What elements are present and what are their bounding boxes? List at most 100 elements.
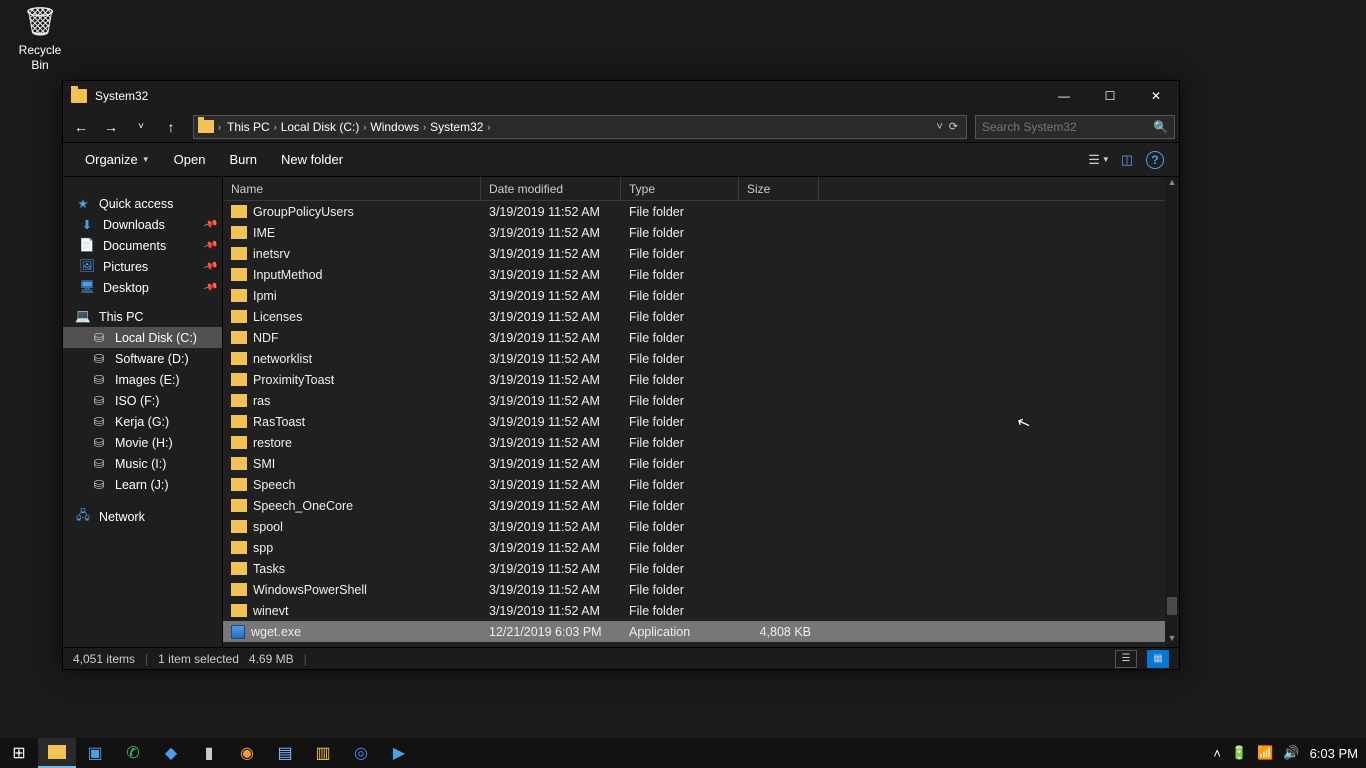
taskbar-app-1[interactable]: ▣ [76, 738, 114, 768]
open-button[interactable]: Open [162, 143, 218, 176]
preview-pane-button[interactable]: ◫ [1113, 146, 1141, 174]
taskbar-file-explorer[interactable] [38, 738, 76, 768]
titlebar[interactable]: System32 — ☐ ✕ [63, 81, 1179, 111]
start-button[interactable]: ⊞ [0, 738, 38, 768]
forward-button[interactable]: → [97, 113, 125, 141]
folder-icon [231, 415, 247, 428]
taskbar-notepad[interactable]: ▤ [266, 738, 304, 768]
file-row[interactable]: Tasks3/19/2019 11:52 AMFile folder [223, 558, 1179, 579]
view-button[interactable]: ☰▼ [1085, 146, 1113, 174]
taskbar-powershell[interactable]: ▶ [380, 738, 418, 768]
sidebar-drive-5[interactable]: ⛁Movie (H:) [63, 432, 222, 453]
sidebar-drive-2[interactable]: ⛁Images (E:) [63, 369, 222, 390]
sidebar-item-documents[interactable]: 📄Documents📌 [63, 235, 222, 256]
file-name: NDF [223, 331, 481, 345]
taskbar-whatsapp[interactable]: ✆ [114, 738, 152, 768]
taskbar-chrome[interactable]: ◎ [342, 738, 380, 768]
sidebar-drive-4[interactable]: ⛁Kerja (G:) [63, 411, 222, 432]
minimize-button[interactable]: — [1041, 81, 1087, 111]
desktop-recycle-bin[interactable]: 🗑 Recycle Bin [10, 5, 70, 72]
sidebar-drive-0[interactable]: ⛁Local Disk (C:) [63, 327, 222, 348]
sidebar-this-pc[interactable]: 💻This PC [63, 306, 222, 327]
file-row[interactable]: SMI3/19/2019 11:52 AMFile folder [223, 453, 1179, 474]
close-button[interactable]: ✕ [1133, 81, 1179, 111]
scrollbar-thumb[interactable] [1167, 597, 1177, 615]
icons-view-button[interactable]: ▦ [1147, 650, 1169, 668]
column-name[interactable]: Name [223, 177, 481, 200]
status-item-count: 4,051 items [73, 652, 135, 666]
burn-button[interactable]: Burn [217, 143, 268, 176]
tray-chevron-up-icon[interactable]: ˄ [1213, 746, 1221, 761]
file-row[interactable]: wget.exe12/21/2019 6:03 PMApplication4,8… [223, 621, 1179, 642]
file-row[interactable]: WindowsPowerShell3/19/2019 11:52 AMFile … [223, 579, 1179, 600]
maximize-button[interactable]: ☐ [1087, 81, 1133, 111]
file-date: 3/19/2019 11:52 AM [481, 352, 621, 366]
sidebar-network[interactable]: 🖧Network [63, 503, 222, 530]
file-date: 3/19/2019 11:52 AM [481, 520, 621, 534]
taskbar-app-3[interactable]: ◉ [228, 738, 266, 768]
sidebar-drive-1[interactable]: ⛁Software (D:) [63, 348, 222, 369]
file-row[interactable]: ras3/19/2019 11:52 AMFile folder [223, 390, 1179, 411]
file-date: 3/19/2019 11:52 AM [481, 373, 621, 387]
sidebar-drive-7[interactable]: ⛁Learn (J:) [63, 474, 222, 495]
file-row[interactable]: GroupPolicyUsers3/19/2019 11:52 AMFile f… [223, 201, 1179, 222]
sidebar-item-pictures[interactable]: 🖼Pictures📌 [63, 256, 222, 277]
breadcrumb-local-disk-c-[interactable]: Local Disk (C:)› [279, 120, 369, 134]
pc-icon: 💻 [75, 309, 91, 324]
file-type: File folder [621, 583, 739, 597]
desktop-icon: 🖥 [79, 280, 95, 295]
column-type[interactable]: Type [621, 177, 739, 200]
search-icon[interactable]: 🔍 [1153, 120, 1168, 134]
file-row[interactable]: InputMethod3/19/2019 11:52 AMFile folder [223, 264, 1179, 285]
vertical-scrollbar[interactable]: ▲ ▼ [1165, 177, 1179, 647]
search-box[interactable]: 🔍 [975, 115, 1175, 139]
details-view-button[interactable]: ☰ [1115, 650, 1137, 668]
scroll-up-arrow[interactable]: ▲ [1165, 177, 1179, 191]
sidebar-drive-6[interactable]: ⛁Music (I:) [63, 453, 222, 474]
breadcrumb-windows[interactable]: Windows› [368, 120, 428, 134]
folder-icon [231, 520, 247, 533]
file-row[interactable]: NDF3/19/2019 11:52 AMFile folder [223, 327, 1179, 348]
file-row[interactable]: Speech_OneCore3/19/2019 11:52 AMFile fol… [223, 495, 1179, 516]
refresh-button[interactable]: ⟳ [949, 120, 958, 133]
file-row[interactable]: spool3/19/2019 11:52 AMFile folder [223, 516, 1179, 537]
help-button[interactable]: ? [1141, 146, 1169, 174]
breadcrumb-system32[interactable]: System32› [428, 120, 492, 134]
column-date[interactable]: Date modified [481, 177, 621, 200]
file-row[interactable]: Ipmi3/19/2019 11:52 AMFile folder [223, 285, 1179, 306]
file-row[interactable]: IME3/19/2019 11:52 AMFile folder [223, 222, 1179, 243]
sidebar-item-desktop[interactable]: 🖥Desktop📌 [63, 277, 222, 298]
file-row[interactable]: networklist3/19/2019 11:52 AMFile folder [223, 348, 1179, 369]
file-row[interactable]: restore3/19/2019 11:52 AMFile folder [223, 432, 1179, 453]
up-button[interactable]: ↑ [157, 113, 185, 141]
file-row[interactable]: winevt3/19/2019 11:52 AMFile folder [223, 600, 1179, 621]
taskbar-app-4[interactable]: ▥ [304, 738, 342, 768]
taskbar-app-2[interactable]: ◆ [152, 738, 190, 768]
sidebar-drive-3[interactable]: ⛁ISO (F:) [63, 390, 222, 411]
organize-button[interactable]: Organize▼ [73, 143, 162, 176]
file-row[interactable]: Licenses3/19/2019 11:52 AMFile folder [223, 306, 1179, 327]
file-row[interactable]: ProximityToast3/19/2019 11:52 AMFile fol… [223, 369, 1179, 390]
file-date: 3/19/2019 11:52 AM [481, 247, 621, 261]
search-input[interactable] [982, 120, 1153, 134]
new-folder-button[interactable]: New folder [269, 143, 355, 176]
file-row[interactable]: RasToast3/19/2019 11:52 AMFile folder [223, 411, 1179, 432]
folder-icon [198, 120, 214, 133]
history-dropdown[interactable]: ˅ [127, 113, 155, 141]
address-dropdown-icon[interactable]: ˅ [936, 121, 942, 133]
address-bar[interactable]: › This PC›Local Disk (C:)›Windows›System… [193, 115, 967, 139]
column-size[interactable]: Size [739, 177, 819, 200]
back-button[interactable]: ← [67, 113, 95, 141]
file-row[interactable]: spp3/19/2019 11:52 AMFile folder [223, 537, 1179, 558]
file-row[interactable]: Speech3/19/2019 11:52 AMFile folder [223, 474, 1179, 495]
sidebar-item-downloads[interactable]: ⬇Downloads📌 [63, 214, 222, 235]
tray-battery-icon[interactable]: 🔋 [1231, 745, 1247, 761]
scroll-down-arrow[interactable]: ▼ [1165, 633, 1179, 647]
tray-clock[interactable]: 6:03 PM [1310, 746, 1358, 761]
taskbar-terminal[interactable]: ▮ [190, 738, 228, 768]
tray-wifi-icon[interactable]: 📶 [1257, 745, 1273, 761]
file-row[interactable]: inetsrv3/19/2019 11:52 AMFile folder [223, 243, 1179, 264]
breadcrumb-this-pc[interactable]: This PC› [225, 120, 279, 134]
tray-volume-icon[interactable]: 🔊 [1283, 745, 1299, 761]
sidebar-quick-access[interactable]: ★Quick access [63, 193, 222, 214]
